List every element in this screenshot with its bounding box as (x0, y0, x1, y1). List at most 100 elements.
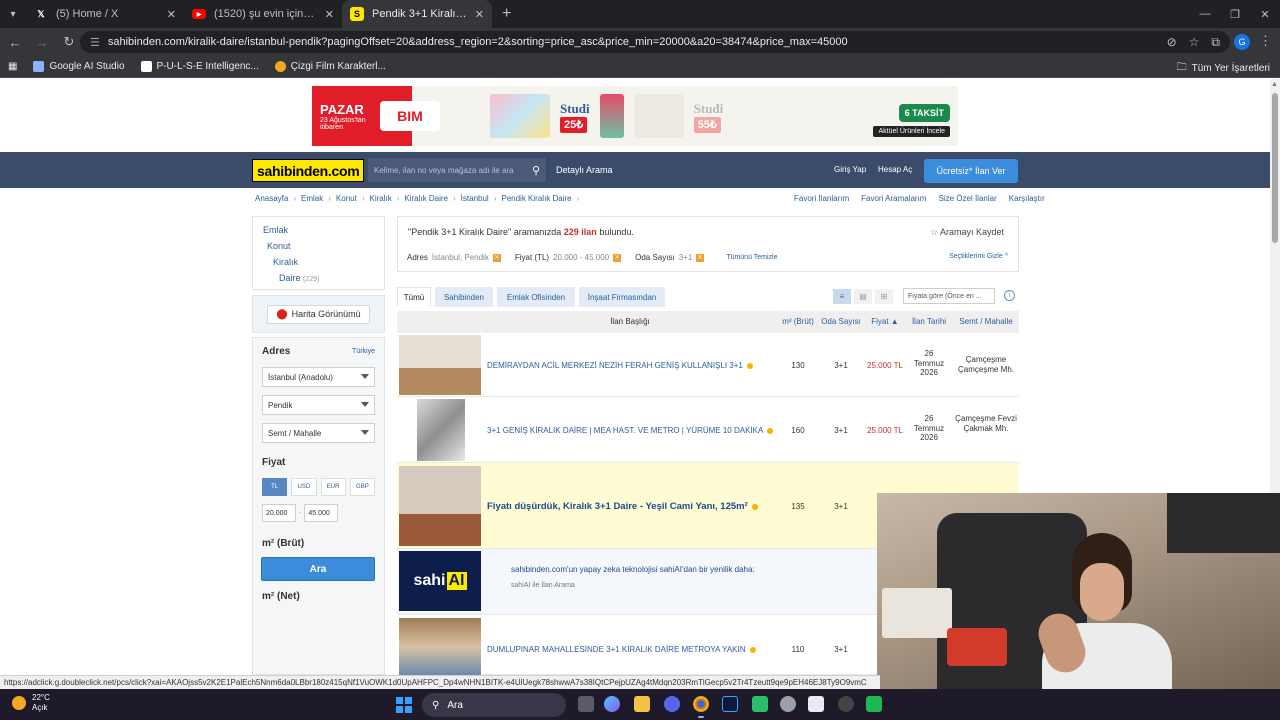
register-link[interactable]: Hesap Aç (878, 165, 912, 174)
search-box[interactable]: ⚲ (368, 158, 546, 182)
extensions-icon[interactable]: ⧉ (1211, 35, 1220, 50)
table-row[interactable]: DEMİRAYDAN ACİL MERKEZİ NEZİH FERAH GENİ… (397, 333, 1019, 397)
listing-title[interactable]: DEMİRAYDAN ACİL MERKEZİ NEZİH FERAH GENİ… (487, 361, 753, 370)
listing-thumbnail[interactable] (399, 618, 481, 675)
currency-gbp[interactable]: GBP (349, 478, 375, 496)
listing-title[interactable]: DUMLUPINAR MAHALLESİNDE 3+1 KİRALIK DAİR… (487, 645, 756, 654)
listing-thumbnail[interactable] (399, 466, 481, 546)
url-text[interactable]: sahibinden.com/kiralik-daire/istanbul-pe… (108, 36, 1155, 48)
category-konut[interactable]: Konut (263, 241, 374, 251)
remove-filter-icon[interactable]: ✕ (696, 253, 705, 262)
col-date[interactable]: İlan Tarihi (907, 311, 951, 333)
tab-owner[interactable]: Sahibinden (435, 287, 493, 307)
clear-all-link[interactable]: Tümünü Temizle (726, 254, 777, 261)
district-select[interactable]: Pendik (262, 395, 375, 415)
login-link[interactable]: Giriş Yap (834, 165, 866, 174)
tab-search-icon[interactable]: ▾ (0, 0, 26, 28)
bookmark-pulse[interactable]: P-U-L-S-E Intelligenc... (140, 61, 259, 72)
tab-builder[interactable]: İnşaat Firmasından (579, 287, 665, 307)
compare-link[interactable]: Karşılaştır (1009, 194, 1045, 203)
table-view-icon[interactable]: ▤ (854, 289, 872, 304)
chrome-icon[interactable] (693, 696, 709, 712)
bookmark-ai-studio[interactable]: Google AI Studio (33, 61, 125, 72)
breadcrumb-item[interactable]: Kiralık (370, 194, 392, 203)
search-input[interactable] (374, 165, 532, 175)
minimize-icon[interactable]: — (1190, 0, 1220, 28)
sort-select[interactable]: Fiyata göre (Önce en ... (903, 288, 995, 304)
bookmark-star-icon[interactable]: ☆ (1189, 35, 1200, 49)
reload-icon[interactable]: ↻ (57, 30, 81, 54)
scroll-up-icon[interactable]: ▲ (1271, 81, 1278, 88)
listing-title[interactable]: Fiyatı düşürdük, Kiralık 3+1 Daire - Yeş… (487, 501, 758, 512)
search-icon[interactable]: ⚲ (532, 164, 540, 177)
url-bar[interactable]: ☰ sahibinden.com/kiralik-daire/istanbul-… (80, 31, 1230, 53)
col-m2[interactable]: m² (Brüt) (779, 311, 817, 333)
photoshop-icon[interactable] (722, 696, 738, 712)
app-icon[interactable] (752, 696, 768, 712)
col-rooms[interactable]: Oda Sayısı (819, 311, 863, 333)
detailed-search-link[interactable]: Detaylı Arama (556, 165, 613, 175)
new-tab-icon[interactable]: + (502, 5, 511, 23)
favorite-searches-link[interactable]: Favori Aramalarım (861, 194, 926, 203)
bookmark-cartoon[interactable]: Çizgi Film Karakterl... (274, 61, 386, 72)
file-explorer-icon[interactable] (634, 696, 650, 712)
tab-all[interactable]: Tümü (397, 287, 431, 307)
settings-icon[interactable] (780, 696, 796, 712)
windows-start-icon[interactable] (396, 697, 412, 713)
ad-cta-button[interactable]: Aktüel Ürünleri İncele (873, 126, 950, 137)
listing-thumbnail[interactable] (399, 335, 481, 395)
eye-off-icon[interactable]: ⊘ (1167, 35, 1177, 49)
table-row[interactable]: 3+1 GENİŞ KİRALIK DAİRE | MEA HAST. VE M… (397, 397, 1019, 463)
close-tab-icon[interactable]: ✕ (325, 8, 334, 21)
maximize-icon[interactable]: ❐ (1220, 0, 1250, 28)
back-icon[interactable]: ← (3, 30, 27, 54)
currency-eur[interactable]: EUR (320, 478, 346, 496)
neighborhood-select[interactable]: Semt / Mahalle (262, 423, 375, 443)
tab-x-home[interactable]: 𝕏 (5) Home / X ✕ (26, 0, 184, 28)
grid-view-icon[interactable]: ⊞ (875, 289, 893, 304)
breadcrumb-item[interactable]: Pendik Kiralık Daire (501, 194, 571, 203)
profile-avatar[interactable]: G (1234, 34, 1250, 50)
category-kiralik[interactable]: Kiralık (263, 257, 374, 267)
tab-sahibinden[interactable]: S Pendik 3+1 Kiralık Daire Fiyatla ✕ (342, 0, 492, 28)
breadcrumb-item[interactable]: Emlak (301, 194, 323, 203)
save-search-link[interactable]: ☆ Aramayı Kaydet (930, 227, 1004, 238)
breadcrumb-item[interactable]: İstanbul (461, 194, 489, 203)
tab-youtube[interactable]: ▶ (1520) şu evin içinden merdiven ✕ (184, 0, 342, 28)
currency-tl[interactable]: TL (262, 478, 288, 496)
app-icon[interactable] (808, 696, 824, 712)
tab-agency[interactable]: Emlak Ofisinden (497, 287, 575, 307)
apps-grid-icon[interactable]: ▦ (8, 61, 17, 72)
close-tab-icon[interactable]: ✕ (475, 8, 484, 21)
country-link[interactable]: Türkiye (352, 348, 375, 355)
app-icon[interactable] (838, 696, 854, 712)
close-window-icon[interactable]: ✕ (1250, 0, 1280, 28)
city-select[interactable]: İstanbul (Anadolu) (262, 367, 375, 387)
site-info-icon[interactable]: ☰ (90, 36, 100, 49)
breadcrumb-item[interactable]: Kiralık Daire (404, 194, 448, 203)
price-min-input[interactable]: 20.000 (262, 504, 296, 522)
listing-thumbnail[interactable] (417, 399, 465, 461)
info-icon[interactable]: i (1004, 290, 1015, 301)
category-daire[interactable]: Daire (229) (263, 273, 374, 283)
ad-banner[interactable]: PAZAR 23 Ağustos'tan itibaren BIM Studi … (312, 86, 958, 146)
listing-title[interactable]: 3+1 GENİŞ KİRALIK DAİRE | MEA HAST. VE M… (487, 426, 774, 435)
search-button[interactable]: Ara (261, 557, 375, 581)
favorite-listings-link[interactable]: Favori İlanlarım (794, 194, 849, 203)
map-view-button[interactable]: ⬤ Harita Görünümü (267, 304, 370, 324)
task-view-icon[interactable] (578, 696, 594, 712)
site-logo[interactable]: sahibinden.com (252, 159, 365, 182)
app-icon[interactable] (866, 696, 882, 712)
category-emlak[interactable]: Emlak (263, 225, 374, 235)
remove-filter-icon[interactable]: ✕ (492, 253, 501, 262)
taskbar-search[interactable]: ⚲ Ara (422, 693, 566, 717)
remove-filter-icon[interactable]: ✕ (613, 253, 622, 262)
personal-listings-link[interactable]: Size Özel İlanlar (938, 194, 996, 203)
col-location[interactable]: Semt / Mahalle (953, 311, 1019, 333)
currency-usd[interactable]: USD (291, 478, 317, 496)
weather-widget[interactable]: 22°C Açık (12, 693, 50, 712)
close-tab-icon[interactable]: ✕ (167, 8, 176, 21)
discord-icon[interactable] (664, 696, 680, 712)
scrollbar-thumb[interactable] (1272, 93, 1278, 243)
post-ad-button[interactable]: Ücretsiz* İlan Ver (924, 159, 1018, 183)
